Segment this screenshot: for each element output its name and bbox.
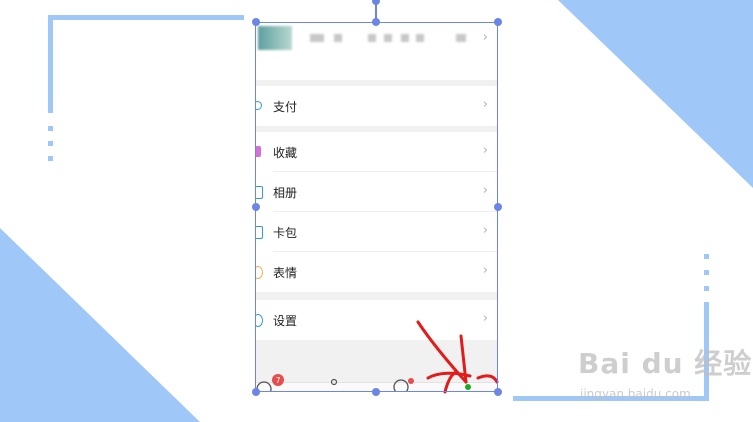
watermark-url: jingyan.baidu.com bbox=[580, 387, 691, 401]
resize-handle-left[interactable] bbox=[252, 203, 260, 211]
resize-handle-top-left[interactable] bbox=[252, 18, 260, 26]
resize-handle-top[interactable] bbox=[372, 18, 380, 26]
resize-handle-top-right[interactable] bbox=[494, 18, 502, 26]
resize-handle-bottom[interactable] bbox=[372, 388, 380, 396]
resize-handle-bottom-right[interactable] bbox=[494, 388, 502, 396]
resize-handle-bottom-left[interactable] bbox=[252, 388, 260, 396]
baidu-watermark: Bai du 经验 bbox=[578, 347, 753, 380]
resize-handle-right[interactable] bbox=[494, 203, 502, 211]
